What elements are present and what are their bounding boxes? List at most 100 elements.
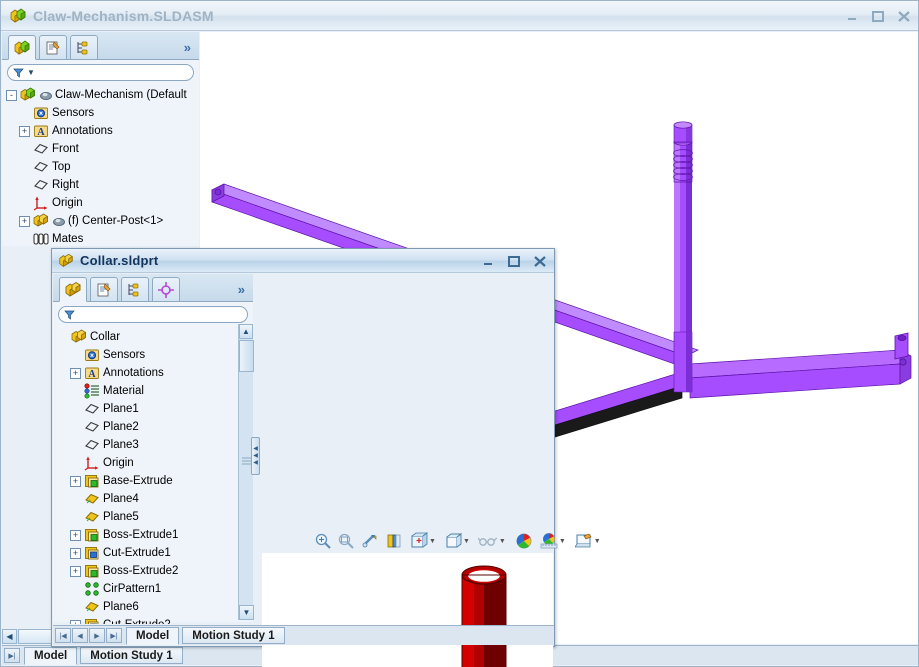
child-tree-expander-spacer-1 bbox=[70, 350, 81, 361]
zoom-to-area-button[interactable] bbox=[337, 532, 355, 550]
child-tab-nav-1[interactable]: ◀ bbox=[72, 628, 88, 643]
main-tree-row[interactable]: + (f) Center-Post<1> bbox=[6, 212, 199, 230]
main-tree-item-label: Annotations bbox=[52, 125, 113, 137]
main-tab-nav-buttons[interactable]: ▶| bbox=[4, 648, 21, 663]
edit-appearance-button[interactable] bbox=[515, 532, 533, 550]
sidebar-item-feature-manager-design-tree[interactable] bbox=[8, 35, 36, 60]
main-fm-filter-input[interactable] bbox=[34, 65, 193, 80]
main-tree-row[interactable]: Sensors bbox=[6, 104, 199, 122]
child-sidebar-item-property-manager[interactable] bbox=[90, 277, 118, 301]
child-graphics-area[interactable]: X Z *Isometric bbox=[262, 553, 553, 667]
main-tab-motion-study-1[interactable]: Motion Study 1 bbox=[80, 647, 183, 664]
child-sidebar-item-feature-manager-design-tree[interactable] bbox=[59, 277, 87, 302]
child-tree-row[interactable]: + Cut-Extrude1 bbox=[57, 544, 240, 562]
child-tree-row[interactable]: + Base-Extrude bbox=[57, 472, 240, 490]
hide-show-items-caret-icon[interactable]: ▼ bbox=[499, 538, 506, 545]
child-tree-expander-8[interactable]: + bbox=[70, 475, 81, 487]
apply-scene-caret-icon[interactable]: ▼ bbox=[559, 538, 566, 545]
child-sheet-tabs[interactable]: Model Motion Study 1 bbox=[123, 626, 285, 645]
main-window-titlebar[interactable]: Claw-Mechanism.SLDASM bbox=[1, 1, 918, 31]
main-tree-expander-0[interactable]: - bbox=[6, 89, 17, 101]
part-icon bbox=[33, 213, 49, 229]
child-tab-model[interactable]: Model bbox=[126, 626, 180, 645]
previous-view-button[interactable] bbox=[361, 532, 379, 550]
child-tree-row[interactable]: Collar bbox=[57, 328, 240, 346]
child-tree-row[interactable]: Plane6 bbox=[57, 598, 240, 616]
main-tree-expander-7[interactable]: + bbox=[19, 215, 30, 227]
view-orientation-button[interactable]: ▼ bbox=[410, 532, 439, 550]
main-tree-expander-2[interactable]: + bbox=[19, 125, 30, 137]
child-tab-nav-buttons[interactable]: |◀ ◀ ▶ ▶| bbox=[55, 628, 123, 643]
main-fm-filter-box[interactable]: ▼ bbox=[7, 64, 194, 81]
child-tree-row[interactable]: Plane5 bbox=[57, 508, 240, 526]
child-tab-nav-3[interactable]: ▶| bbox=[106, 628, 122, 643]
vscroll-thumb[interactable] bbox=[239, 340, 254, 372]
child-tree-row[interactable]: + Cut-Extrude2 bbox=[57, 616, 240, 624]
vscroll-down-arrow[interactable]: ▼ bbox=[239, 605, 254, 620]
close-button[interactable] bbox=[896, 8, 912, 24]
main-tree-row[interactable]: Right bbox=[6, 176, 199, 194]
main-sheet-tabs[interactable]: Model Motion Study 1 bbox=[21, 646, 183, 665]
main-tab-model[interactable]: Model bbox=[24, 646, 78, 665]
child-window-titlebar[interactable]: Collar.sldprt bbox=[52, 249, 554, 273]
child-tree-row[interactable]: Plane3 bbox=[57, 436, 240, 454]
main-tree-row[interactable]: Front bbox=[6, 140, 199, 158]
zoom-to-fit-button[interactable] bbox=[314, 532, 332, 550]
child-tab-nav-2[interactable]: ▶ bbox=[89, 628, 105, 643]
hscroll-left-arrow[interactable]: ◀ bbox=[2, 629, 17, 644]
main-tree-item-label: Claw-Mechanism (Default bbox=[55, 89, 187, 101]
main-tree-row[interactable]: Origin bbox=[6, 194, 199, 212]
child-window-collar[interactable]: Collar.sldprt » Collar Sensors + A Annot… bbox=[51, 248, 601, 667]
child-tree-row[interactable]: Plane4 bbox=[57, 490, 240, 508]
child-tree-expander-12[interactable]: + bbox=[70, 547, 81, 559]
panel-splitter-handle[interactable]: ◀ ◀ ◀ bbox=[251, 437, 260, 475]
sidebar-item-property-manager[interactable] bbox=[39, 35, 67, 59]
child-close-button[interactable] bbox=[532, 253, 548, 269]
child-restore-button[interactable] bbox=[506, 253, 522, 269]
vscroll-grip bbox=[242, 454, 251, 465]
view-settings-button[interactable]: ▼ bbox=[574, 532, 604, 550]
child-tree-row[interactable]: CirPattern1 bbox=[57, 580, 240, 598]
main-tree-row[interactable]: - Claw-Mechanism (Default bbox=[6, 86, 199, 104]
sidebar-item-configuration-manager[interactable] bbox=[70, 35, 98, 59]
main-fm-overflow-chevron[interactable]: » bbox=[184, 40, 191, 55]
child-fm-overflow-chevron[interactable]: » bbox=[238, 282, 245, 297]
child-fm-filter-box[interactable] bbox=[58, 306, 248, 323]
main-feature-tree[interactable]: - Claw-Mechanism (Default Sensors + A Annotat… bbox=[2, 84, 199, 246]
display-style-caret-icon[interactable]: ▼ bbox=[463, 538, 470, 545]
restore-button[interactable] bbox=[870, 8, 886, 24]
child-feature-tree[interactable]: Collar Sensors + A Annotations Material Plane… bbox=[53, 326, 240, 624]
child-tree-row[interactable]: Origin bbox=[57, 454, 240, 472]
child-sidebar-item-dimxpert-manager[interactable] bbox=[152, 277, 180, 301]
main-tree-row[interactable]: Mates bbox=[6, 230, 199, 246]
view-settings-caret-icon[interactable]: ▼ bbox=[594, 538, 601, 545]
child-tree-row[interactable]: + Boss-Extrude2 bbox=[57, 562, 240, 580]
child-tree-expander-16[interactable]: + bbox=[70, 619, 81, 624]
child-minimize-button[interactable] bbox=[480, 253, 496, 269]
apply-scene-button[interactable]: ▼ bbox=[540, 532, 569, 550]
cut-extrude-icon bbox=[84, 617, 100, 624]
view-orientation-caret-icon[interactable]: ▼ bbox=[429, 538, 436, 545]
main-tree-row[interactable]: Top bbox=[6, 158, 199, 176]
minimize-button[interactable] bbox=[844, 8, 860, 24]
child-fm-filter-input[interactable] bbox=[76, 307, 247, 322]
child-tree-row[interactable]: Plane2 bbox=[57, 418, 240, 436]
child-tree-expander-13[interactable]: + bbox=[70, 565, 81, 577]
child-tree-expander-11[interactable]: + bbox=[70, 529, 81, 541]
child-tree-expander-2[interactable]: + bbox=[70, 367, 81, 379]
vscroll-up-arrow[interactable]: ▲ bbox=[239, 324, 253, 339]
child-tree-row[interactable]: Plane1 bbox=[57, 400, 240, 418]
main-tab-nav-0[interactable]: ▶| bbox=[4, 648, 20, 663]
display-style-button[interactable]: ▼ bbox=[444, 532, 473, 550]
child-sidebar-item-configuration-manager[interactable] bbox=[121, 277, 149, 301]
child-tab-nav-0[interactable]: |◀ bbox=[55, 628, 71, 643]
child-tab-motion-study-1[interactable]: Motion Study 1 bbox=[182, 627, 285, 644]
section-view-button[interactable] bbox=[385, 532, 403, 550]
child-tree-row[interactable]: Sensors bbox=[57, 346, 240, 364]
previous-view-icon bbox=[362, 535, 377, 548]
main-tree-row[interactable]: + A Annotations bbox=[6, 122, 199, 140]
child-tree-row[interactable]: + A Annotations bbox=[57, 364, 240, 382]
hide-show-items-button[interactable]: ▼ bbox=[477, 532, 509, 550]
child-tree-row[interactable]: Material bbox=[57, 382, 240, 400]
child-tree-row[interactable]: + Boss-Extrude1 bbox=[57, 526, 240, 544]
